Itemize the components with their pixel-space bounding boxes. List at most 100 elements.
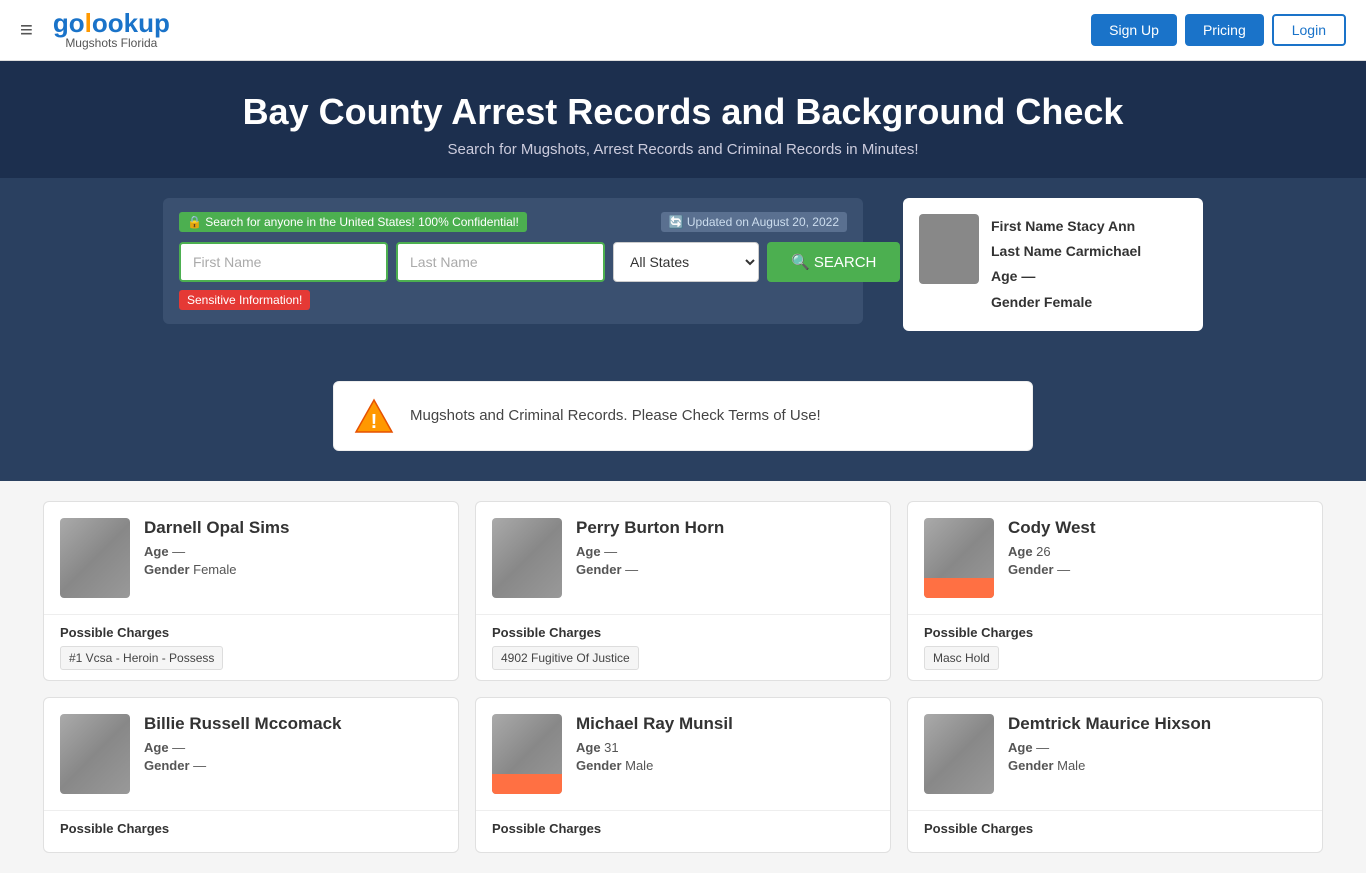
warning-icon: ! bbox=[354, 396, 394, 436]
confidential-badge: 🔒 Search for anyone in the United States… bbox=[179, 212, 527, 232]
charges-label: Possible Charges bbox=[492, 625, 874, 640]
person-photo-img bbox=[492, 714, 562, 794]
warning-bar: ! Mugshots and Criminal Records. Please … bbox=[333, 381, 1033, 451]
charges-section: Possible Charges #1 Vcsa - Heroin - Poss… bbox=[44, 614, 458, 680]
person-details: Billie Russell Mccomack Age — Gender — bbox=[144, 714, 442, 776]
person-gender: Gender — bbox=[144, 758, 442, 773]
person-photo bbox=[60, 714, 130, 794]
first-name-input[interactable] bbox=[179, 242, 388, 282]
person-name: Demtrick Maurice Hixson bbox=[1008, 714, 1306, 734]
search-section: 🔒 Search for anyone in the United States… bbox=[0, 178, 1366, 351]
person-photo-img bbox=[924, 714, 994, 794]
person-photo-img bbox=[60, 714, 130, 794]
person-card-top: Demtrick Maurice Hixson Age — Gender Mal… bbox=[908, 698, 1322, 810]
person-details: Demtrick Maurice Hixson Age — Gender Mal… bbox=[1008, 714, 1306, 776]
person-card-top: Perry Burton Horn Age — Gender — bbox=[476, 502, 890, 614]
pricing-button[interactable]: Pricing bbox=[1185, 14, 1264, 46]
profile-card: First Name Stacy Ann Last Name Carmichae… bbox=[903, 198, 1203, 331]
charges-label: Possible Charges bbox=[60, 625, 442, 640]
header-left: ≡ golookup Mugshots Florida bbox=[20, 10, 170, 50]
person-age: Age — bbox=[1008, 740, 1306, 755]
profile-card-inner: First Name Stacy Ann Last Name Carmichae… bbox=[919, 214, 1187, 315]
person-card[interactable]: Darnell Opal Sims Age — Gender Female Po… bbox=[43, 501, 459, 681]
header: ≡ golookup Mugshots Florida Sign Up Pric… bbox=[0, 0, 1366, 61]
search-button[interactable]: 🔍 SEARCH bbox=[767, 242, 900, 282]
person-details: Perry Burton Horn Age — Gender — bbox=[576, 518, 874, 580]
charges-label: Possible Charges bbox=[924, 821, 1306, 836]
person-card-top: Michael Ray Munsil Age 31 Gender Male bbox=[476, 698, 890, 810]
search-box: 🔒 Search for anyone in the United States… bbox=[163, 198, 863, 324]
person-age: Age — bbox=[144, 544, 442, 559]
person-photo bbox=[492, 518, 562, 598]
person-card[interactable]: Demtrick Maurice Hixson Age — Gender Mal… bbox=[907, 697, 1323, 853]
person-card[interactable]: Michael Ray Munsil Age 31 Gender Male Po… bbox=[475, 697, 891, 853]
person-age: Age 31 bbox=[576, 740, 874, 755]
person-details: Darnell Opal Sims Age — Gender Female bbox=[144, 518, 442, 580]
person-card[interactable]: Cody West Age 26 Gender — Possible Charg… bbox=[907, 501, 1323, 681]
last-name-input[interactable] bbox=[396, 242, 605, 282]
person-gender: Gender — bbox=[1008, 562, 1306, 577]
person-photo bbox=[60, 518, 130, 598]
person-card-top: Billie Russell Mccomack Age — Gender — bbox=[44, 698, 458, 810]
charge-tag: 4902 Fugitive Of Justice bbox=[492, 646, 639, 670]
person-name: Billie Russell Mccomack bbox=[144, 714, 442, 734]
person-photo bbox=[924, 714, 994, 794]
charges-label: Possible Charges bbox=[492, 821, 874, 836]
logo[interactable]: golookup Mugshots Florida bbox=[53, 10, 170, 50]
signup-button[interactable]: Sign Up bbox=[1091, 14, 1177, 46]
person-photo bbox=[924, 518, 994, 598]
person-name: Darnell Opal Sims bbox=[144, 518, 442, 538]
charges-section: Possible Charges bbox=[44, 810, 458, 852]
person-gender: Gender Male bbox=[576, 758, 874, 773]
hero-subtitle: Search for Mugshots, Arrest Records and … bbox=[20, 141, 1346, 158]
logo-subtitle: Mugshots Florida bbox=[53, 36, 170, 50]
person-gender: Gender — bbox=[576, 562, 874, 577]
page-title: Bay County Arrest Records and Background… bbox=[20, 91, 1346, 133]
charges-section: Possible Charges Masc Hold bbox=[908, 614, 1322, 680]
charges-section: Possible Charges bbox=[908, 810, 1322, 852]
charge-tag: Masc Hold bbox=[924, 646, 999, 670]
header-buttons: Sign Up Pricing Login bbox=[1091, 14, 1346, 46]
charge-tag: #1 Vcsa - Heroin - Possess bbox=[60, 646, 223, 670]
profile-gender: Gender Female bbox=[991, 290, 1141, 315]
person-details: Michael Ray Munsil Age 31 Gender Male bbox=[576, 714, 874, 776]
search-top-bar: 🔒 Search for anyone in the United States… bbox=[179, 212, 847, 232]
profile-age: Age — bbox=[991, 264, 1141, 289]
profile-info: First Name Stacy Ann Last Name Carmichae… bbox=[991, 214, 1141, 315]
person-card-top: Cody West Age 26 Gender — bbox=[908, 502, 1322, 614]
person-card-top: Darnell Opal Sims Age — Gender Female bbox=[44, 502, 458, 614]
person-age: Age — bbox=[144, 740, 442, 755]
charges-section: Possible Charges 4902 Fugitive Of Justic… bbox=[476, 614, 890, 680]
sensitive-badge: Sensitive Information! bbox=[179, 290, 310, 310]
search-inputs: All StatesAlabamaAlaskaArizonaArkansasCa… bbox=[179, 242, 847, 282]
person-photo bbox=[492, 714, 562, 794]
hero-section: Bay County Arrest Records and Background… bbox=[0, 61, 1366, 178]
charges-section: Possible Charges bbox=[476, 810, 890, 852]
person-card[interactable]: Perry Burton Horn Age — Gender — Possibl… bbox=[475, 501, 891, 681]
person-photo-img bbox=[492, 518, 562, 598]
profile-firstname: First Name Stacy Ann bbox=[991, 214, 1141, 239]
svg-text:!: ! bbox=[371, 411, 378, 433]
charges-label: Possible Charges bbox=[60, 821, 442, 836]
state-select[interactable]: All StatesAlabamaAlaskaArizonaArkansasCa… bbox=[613, 242, 759, 282]
cards-grid: Darnell Opal Sims Age — Gender Female Po… bbox=[43, 501, 1323, 853]
person-gender: Gender Female bbox=[144, 562, 442, 577]
person-name: Cody West bbox=[1008, 518, 1306, 538]
menu-icon[interactable]: ≡ bbox=[20, 17, 33, 43]
warning-text: Mugshots and Criminal Records. Please Ch… bbox=[410, 407, 821, 424]
main-content: Darnell Opal Sims Age — Gender Female Po… bbox=[0, 481, 1366, 873]
updated-badge: 🔄 Updated on August 20, 2022 bbox=[661, 212, 847, 232]
person-name: Michael Ray Munsil bbox=[576, 714, 874, 734]
person-details: Cody West Age 26 Gender — bbox=[1008, 518, 1306, 580]
profile-lastname: Last Name Carmichael bbox=[991, 239, 1141, 264]
person-age: Age 26 bbox=[1008, 544, 1306, 559]
person-age: Age — bbox=[576, 544, 874, 559]
person-photo-img bbox=[924, 518, 994, 598]
person-gender: Gender Male bbox=[1008, 758, 1306, 773]
logo-text: golookup bbox=[53, 10, 170, 36]
person-photo-img bbox=[60, 518, 130, 598]
person-card[interactable]: Billie Russell Mccomack Age — Gender — P… bbox=[43, 697, 459, 853]
login-button[interactable]: Login bbox=[1272, 14, 1346, 46]
profile-avatar bbox=[919, 214, 979, 284]
person-name: Perry Burton Horn bbox=[576, 518, 874, 538]
